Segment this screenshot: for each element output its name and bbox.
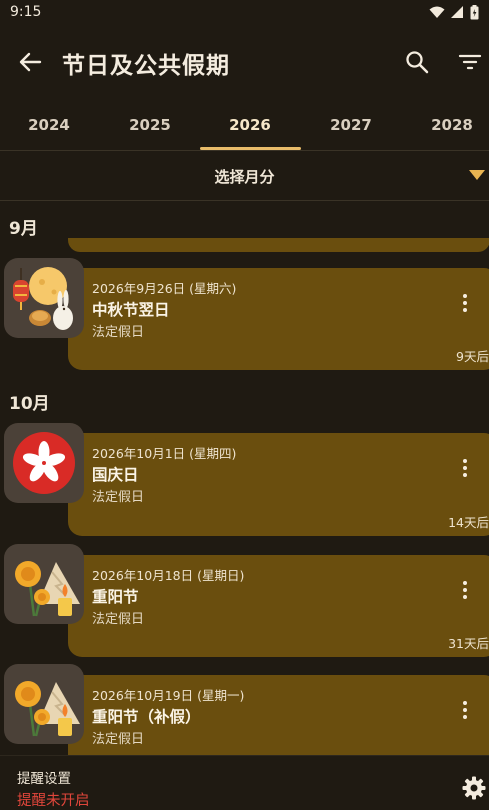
holiday-date: 2026年9月26日 (星期六) bbox=[92, 281, 237, 296]
month-select-divider bbox=[0, 200, 489, 201]
reminder-status: 提醒未开启 bbox=[17, 793, 90, 809]
more-options-icon[interactable] bbox=[460, 581, 470, 603]
month-select[interactable]: 选择月分 bbox=[0, 151, 489, 201]
page-title: 节日及公共假期 bbox=[62, 53, 230, 79]
hong-kong-flag-icon bbox=[4, 423, 84, 503]
holiday-countdown: 9天后 bbox=[456, 349, 489, 364]
section-header-october: 10月 bbox=[9, 394, 50, 414]
month-select-label: 选择月分 bbox=[214, 167, 275, 186]
tab-2027[interactable]: 2027 bbox=[301, 100, 401, 150]
chung-yeung-icon bbox=[4, 664, 84, 744]
holiday-name: 重阳节 bbox=[92, 588, 139, 606]
year-tabs: 2024 2025 2026 2027 2028 bbox=[0, 100, 489, 150]
holiday-date: 2026年10月1日 (星期四) bbox=[92, 446, 237, 461]
holiday-countdown: 31天后 bbox=[448, 636, 489, 651]
more-options-icon[interactable] bbox=[460, 459, 470, 481]
reminder-settings-bar[interactable]: 提醒设置 提醒未开启 bbox=[0, 755, 489, 810]
tab-2025[interactable]: 2025 bbox=[100, 100, 200, 150]
section-header-september: 9月 bbox=[9, 219, 38, 239]
holiday-type: 法定假日 bbox=[92, 732, 145, 747]
holiday-countdown: 14天后 bbox=[448, 515, 489, 530]
holiday-date: 2026年10月18日 (星期日) bbox=[92, 568, 245, 583]
holiday-type: 法定假日 bbox=[92, 612, 145, 627]
holiday-card-mid-autumn[interactable]: 2026年9月26日 (星期六) 中秋节翌日 法定假日 9天后 bbox=[68, 268, 489, 370]
chung-yeung-icon bbox=[4, 544, 84, 624]
battery-icon bbox=[470, 4, 479, 19]
tab-2026[interactable]: 2026 bbox=[200, 100, 300, 150]
holiday-card-chung-yeung[interactable]: 2026年10月18日 (星期日) 重阳节 法定假日 31天后 bbox=[68, 555, 489, 657]
status-icons bbox=[429, 4, 479, 20]
status-time: 9:15 bbox=[10, 4, 42, 20]
more-options-icon[interactable] bbox=[460, 294, 470, 316]
back-arrow-icon[interactable] bbox=[16, 50, 44, 74]
reminder-settings-title: 提醒设置 bbox=[17, 771, 71, 787]
dropdown-triangle-icon[interactable] bbox=[469, 169, 485, 181]
previous-card-edge bbox=[68, 238, 489, 252]
tab-2028[interactable]: 2028 bbox=[402, 100, 489, 150]
wifi-icon bbox=[429, 6, 445, 18]
holiday-name: 重阳节（补假） bbox=[92, 708, 201, 726]
holiday-card-national-day[interactable]: 2026年10月1日 (星期四) 国庆日 法定假日 14天后 bbox=[68, 433, 489, 536]
mid-autumn-icon bbox=[4, 258, 84, 338]
tab-2024[interactable]: 2024 bbox=[0, 100, 99, 150]
gear-icon[interactable] bbox=[462, 776, 486, 800]
app-bar: 节日及公共假期 bbox=[0, 24, 489, 100]
more-options-icon[interactable] bbox=[460, 701, 470, 723]
filter-icon[interactable] bbox=[458, 52, 482, 72]
holiday-date: 2026年10月19日 (星期一) bbox=[92, 688, 245, 703]
holiday-name: 中秋节翌日 bbox=[92, 301, 170, 319]
signal-icon bbox=[451, 5, 463, 18]
holiday-type: 法定假日 bbox=[92, 325, 145, 340]
search-icon[interactable] bbox=[404, 49, 430, 75]
status-bar: 9:15 bbox=[0, 0, 489, 24]
holiday-type: 法定假日 bbox=[92, 490, 145, 505]
holiday-name: 国庆日 bbox=[92, 466, 139, 484]
